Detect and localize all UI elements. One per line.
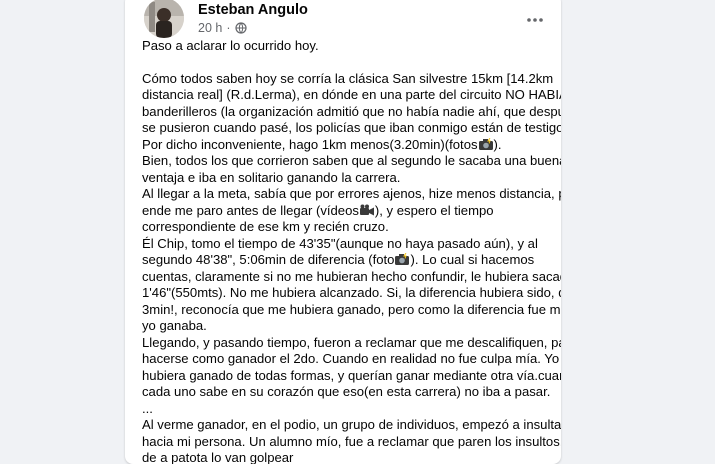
more-horizontal-icon xyxy=(527,18,543,22)
text-line: segundo 48'38", 5:06min de diferencia (f… xyxy=(142,252,550,269)
text-line: de a patota lo van golpear xyxy=(142,450,294,464)
post-intro: Paso a aclarar lo ocurrido hoy. xyxy=(142,38,319,53)
text-line-end: ), y espero el tiempo xyxy=(374,202,494,218)
text-line: cuentas, claramente si no me hubieran he… xyxy=(142,268,561,284)
post-card: Esteban Angulo 20 h · Paso a aclarar lo … xyxy=(125,0,561,464)
text-line: ventaja e iba en solitario ganando la ca… xyxy=(142,169,401,185)
author-name[interactable]: Esteban Angulo xyxy=(198,2,308,18)
text-line-start: segundo 48'38", 5:06min de diferencia (f… xyxy=(142,252,395,268)
post-meta: 20 h · xyxy=(198,21,247,35)
globe-icon[interactable] xyxy=(234,22,247,34)
text-line: Llegando, y pasando tiempo, fueron a rec… xyxy=(142,334,561,350)
text-line: Al llegar a la meta, sabía que por error… xyxy=(142,186,561,202)
text-line: Cómo todos saben hoy se corría la clásic… xyxy=(142,70,554,86)
video-camera-icon xyxy=(359,204,374,216)
text-line: Él Chip, tomo el tiempo de 43'35"(aunque… xyxy=(142,235,538,251)
text-line: yo ganaba. xyxy=(142,318,207,334)
post-paragraph: Cómo todos saben hoy se corría la clásic… xyxy=(142,70,561,464)
text-line: se pusieron cuando pasé, los policías qu… xyxy=(142,120,561,136)
text-line: Al verme ganador, en el podio, un grupo … xyxy=(142,417,561,433)
post-time[interactable]: 20 h xyxy=(198,21,222,35)
text-line: hacerse como ganador el 2do. Cuando en r… xyxy=(142,351,560,367)
avatar[interactable] xyxy=(144,0,184,38)
text-line: distancia real] (R.d.Lerma), en dónde en… xyxy=(142,87,561,103)
text-line: correspondiente de ese km y recién cruzo… xyxy=(142,219,389,235)
text-line: Por dicho inconveniente, hago 1km menos(… xyxy=(142,137,550,154)
more-options-button[interactable] xyxy=(521,6,549,34)
text-line-end: ). Lo cual si hacemos xyxy=(410,252,535,268)
avatar-photo xyxy=(144,0,184,38)
text-line: hubiera ganado de todas formas, y quería… xyxy=(142,367,561,383)
text-line: hacia mi persona. Un alumno mío, fue a r… xyxy=(142,433,561,449)
text-line-start: Por dicho inconveniente, hago 1km menos(… xyxy=(142,136,478,152)
text-line-end: ). xyxy=(493,136,502,152)
text-line: Bien, todos los que corrieron saben que … xyxy=(142,153,561,169)
camera-with-flash-icon xyxy=(395,253,410,266)
camera-with-flash-icon xyxy=(478,137,493,150)
post-text: Paso a aclarar lo ocurrido hoy. Cómo tod… xyxy=(142,38,561,464)
text-line: 1'46"(550mts). No me hubiera alcanzado. … xyxy=(142,285,561,301)
meta-separator: · xyxy=(226,21,231,35)
text-line: 3min!, reconocía que me hubiera ganado, … xyxy=(142,301,561,317)
text-line: ... xyxy=(142,400,153,416)
text-line-start: ende me paro antes de llegar (vídeos xyxy=(142,202,359,218)
text-line: cada uno sabe en su corazón que eso(en e… xyxy=(142,384,551,400)
text-line: ende me paro antes de llegar (vídeos ), y… xyxy=(142,203,550,220)
text-line: banderilleros (la organización admitió q… xyxy=(142,103,561,119)
